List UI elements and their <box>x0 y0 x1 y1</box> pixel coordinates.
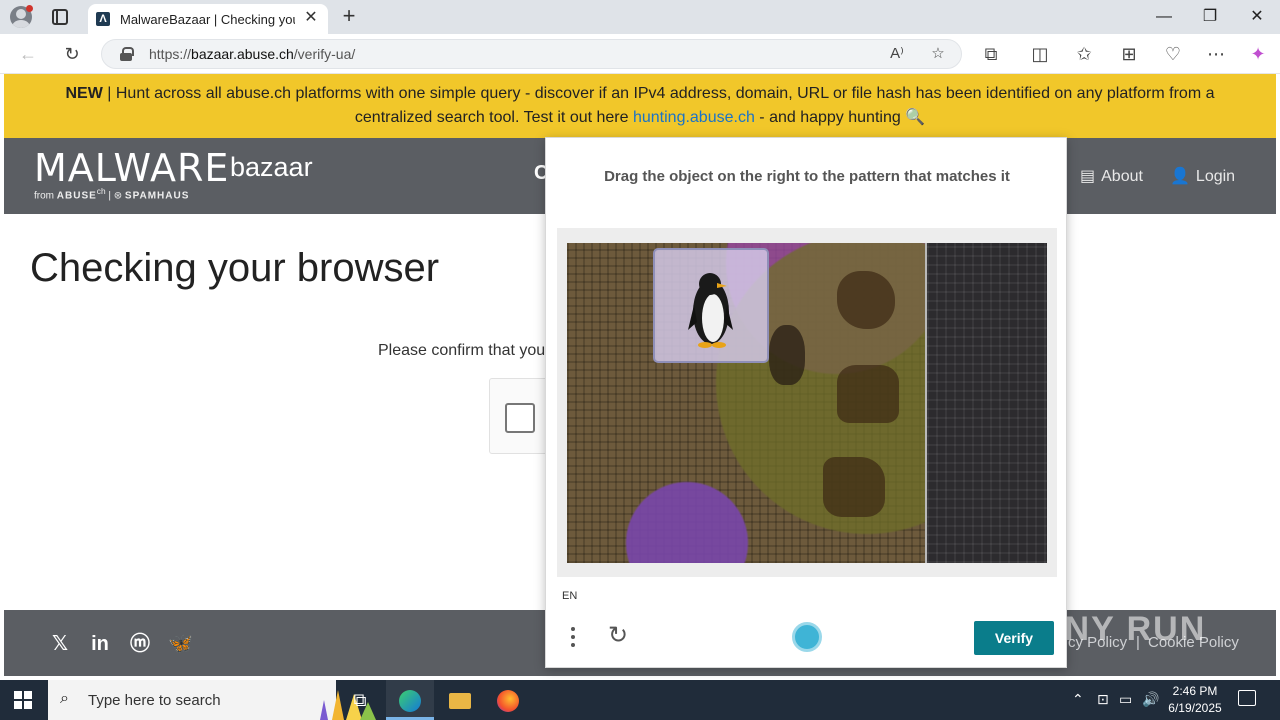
banner-new-label: NEW <box>65 85 103 102</box>
search-placeholder: Type here to search <box>88 692 221 709</box>
site-logo[interactable]: MALWARE <box>34 146 229 190</box>
confirm-text: Please confirm that you <box>378 342 546 359</box>
address-bar[interactable]: https://bazaar.abuse.ch/verify-ua/ A⁾ ☆ <box>101 39 962 69</box>
active-tab[interactable]: Λ MalwareBazaar | Checking your browser … <box>88 4 328 34</box>
taskbar-clock[interactable]: 2:46 PM 6/19/2025 <box>1160 683 1230 717</box>
bluesky-icon[interactable]: 🦋 <box>168 632 193 656</box>
captcha-dark-panel <box>927 243 1047 563</box>
announcement-banner: NEW | Hunt across all abuse.ch platforms… <box>4 74 1276 138</box>
banner-text-end: - and happy hunting 🔍 <box>754 109 926 126</box>
notifications-icon[interactable] <box>1238 690 1256 706</box>
back-icon[interactable]: ← <box>16 42 40 66</box>
captcha-puzzle-area <box>557 228 1057 577</box>
favorite-star-icon[interactable]: ☆ <box>927 43 949 65</box>
search-icon: ⌕ <box>60 690 69 707</box>
captcha-refresh-icon[interactable]: ↻ <box>604 622 632 650</box>
linkedin-icon[interactable]: in <box>88 632 112 656</box>
taskbar-search-box[interactable]: ⌕ Type here to search <box>48 680 376 720</box>
restore-icon[interactable]: ❐ <box>1198 6 1222 28</box>
nav-login[interactable]: 👤 Login <box>1170 166 1235 186</box>
browser-toolbar: ← ↻ https://bazaar.abuse.ch/verify-ua/ A… <box>0 34 1280 74</box>
mastodon-icon[interactable]: ⓜ <box>128 632 152 656</box>
refresh-icon[interactable]: ↻ <box>60 42 84 66</box>
logo-credits: from ABUSEch | ⊛ SPAMHAUS <box>34 186 190 202</box>
malwarebazaar-favicon-icon: Λ <box>96 12 110 26</box>
captcha-checkbox[interactable] <box>505 403 535 433</box>
extensions-icon[interactable]: ⧉ <box>979 42 1003 66</box>
firefox-icon[interactable] <box>484 680 532 720</box>
ring-shadow-shape <box>837 271 895 329</box>
split-screen-icon[interactable]: ◫ <box>1028 42 1052 66</box>
penguin-shadow-shape <box>769 325 805 385</box>
lock-icon[interactable] <box>120 47 134 61</box>
volume-icon[interactable]: 🔊 <box>1142 691 1159 708</box>
browser-tab-bar: Λ MalwareBazaar | Checking your browser … <box>0 0 1280 34</box>
tray-device-icon[interactable]: ⊡ <box>1097 691 1109 708</box>
read-aloud-icon[interactable]: A⁾ <box>886 43 908 65</box>
settings-more-icon[interactable]: ⋯ <box>1204 42 1228 66</box>
window-close-icon[interactable]: ✕ <box>1245 6 1269 28</box>
page-title: Checking your browser <box>30 246 440 290</box>
site-logo-sub[interactable]: bazaar <box>230 152 313 183</box>
toast-shadow-shape <box>837 365 899 423</box>
collections-icon[interactable]: ⊞ <box>1117 42 1141 66</box>
file-explorer-icon[interactable] <box>436 680 484 720</box>
tray-chevron-icon[interactable]: ⌃ <box>1072 691 1084 708</box>
user-icon: 👤 <box>1170 168 1190 185</box>
captcha-challenge: Drag the object on the right to the patt… <box>545 137 1067 668</box>
nav-about[interactable]: ▤ About <box>1080 166 1143 186</box>
network-icon[interactable]: ▭ <box>1119 691 1132 708</box>
captcha-image[interactable] <box>567 243 1047 563</box>
windows-taskbar: ⌕ Type here to search ⧉ ⌃ ⊡ ▭ 🔊 2:46 PM … <box>0 680 1280 720</box>
penguin-icon <box>688 273 733 348</box>
tab-close-icon[interactable]: ✕ <box>302 9 320 27</box>
building-icon: ▤ <box>1080 168 1096 185</box>
language-selector[interactable]: EN <box>562 590 577 602</box>
captcha-menu-icon[interactable] <box>568 625 578 649</box>
x-twitter-icon[interactable]: 𝕏 <box>48 632 72 656</box>
tab-actions-icon[interactable] <box>52 9 68 25</box>
notification-dot-icon <box>26 5 33 12</box>
task-view-icon[interactable]: ⧉ <box>336 680 384 720</box>
new-tab-icon[interactable]: + <box>338 4 360 28</box>
favorites-icon[interactable]: ✩ <box>1072 42 1096 66</box>
bag-shadow-shape <box>823 457 885 517</box>
hunting-link[interactable]: hunting.abuse.ch <box>633 109 755 126</box>
minimize-icon[interactable]: — <box>1152 6 1176 28</box>
windows-start-icon[interactable] <box>14 691 32 709</box>
tab-title: MalwareBazaar | Checking your browser <box>120 12 295 27</box>
browser-essentials-icon[interactable]: ♡ <box>1161 42 1185 66</box>
captcha-prompt: Drag the object on the right to the patt… <box>604 168 1010 185</box>
hcaptcha-logo-icon <box>792 622 822 652</box>
draggable-penguin-tile[interactable] <box>653 248 769 363</box>
url-text[interactable]: https://bazaar.abuse.ch/verify-ua/ <box>149 46 355 62</box>
verify-button[interactable]: Verify <box>974 621 1054 655</box>
edge-taskbar-icon[interactable] <box>386 680 434 720</box>
copilot-icon[interactable]: ✦ <box>1246 42 1270 66</box>
